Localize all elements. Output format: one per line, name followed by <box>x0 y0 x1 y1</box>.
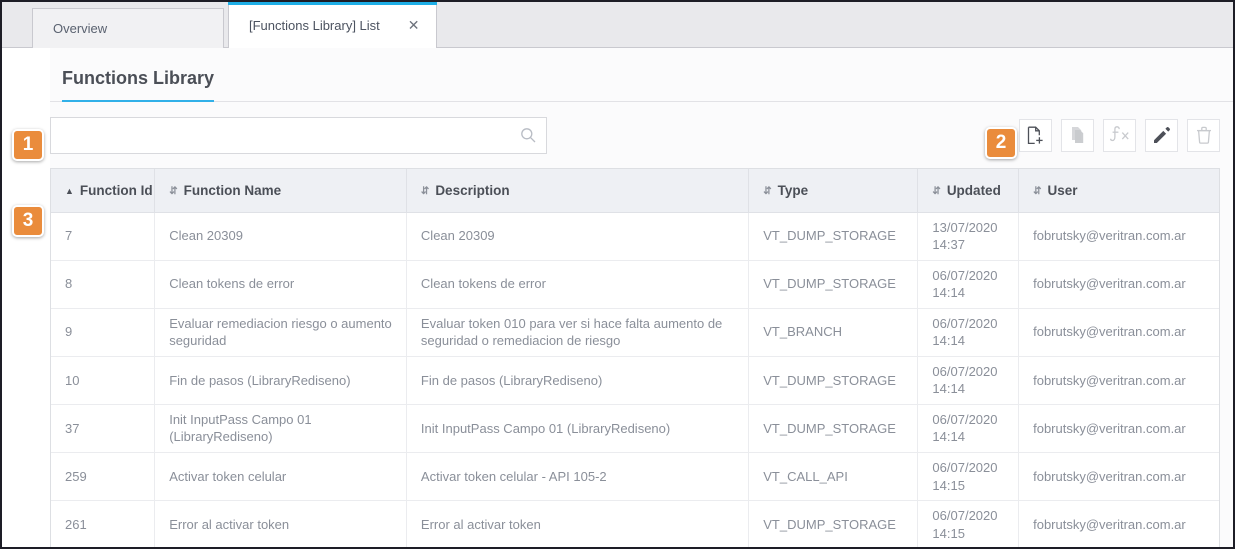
tab-overview[interactable]: Overview <box>32 8 224 48</box>
column-header-description[interactable]: ⇵ Description <box>406 169 750 213</box>
table-row[interactable]: 261 Error al activar token Error al activa… <box>51 500 1219 547</box>
sort-none-icon: ⇵ <box>932 185 941 197</box>
sort-none-icon: ⇵ <box>420 185 430 197</box>
tab-bar: Overview [Functions Library] List ✕ <box>2 2 1233 48</box>
table-row[interactable]: 8 Clean tokens de error Clean tokens de er… <box>51 260 1219 309</box>
cell-function_id: 37 <box>51 404 156 453</box>
column-header-function-id[interactable]: ▲ Function Id <box>51 169 156 213</box>
cell-type: VT_DUMP_STORAGE <box>748 260 919 309</box>
column-header-function-name-label: Function Name <box>183 182 282 198</box>
cell-description: Fin de pasos (LibraryRediseno) <box>406 356 750 405</box>
table-row[interactable]: 10 Fin de pasos (LibraryRediseno) Fin de p… <box>51 356 1219 405</box>
duplicate-button[interactable] <box>1061 118 1094 152</box>
annotation-gutter <box>2 48 50 547</box>
cell-function_name: Clean 20309 <box>154 212 407 261</box>
cell-type: VT_DUMP_STORAGE <box>748 404 919 453</box>
cell-description: Clean tokens de error <box>406 260 750 309</box>
cell-type: VT_DUMP_STORAGE <box>748 212 919 261</box>
edit-button[interactable] <box>1145 118 1178 152</box>
page-header: Functions Library <box>50 48 1233 102</box>
cell-user: fobrutsky@veritran.com.ar <box>1018 212 1219 261</box>
cell-updated: 06/07/2020 14:15 <box>917 452 1020 502</box>
sort-none-icon: ⇵ <box>763 185 772 197</box>
cell-function_name: Fin de pasos (LibraryRediseno) <box>154 356 407 405</box>
application-window: Overview [Functions Library] List ✕ Func… <box>0 0 1235 549</box>
cell-user: fobrutsky@veritran.com.ar <box>1018 404 1219 453</box>
page-content: Functions Library ▲ Function Id ⇵ Functi… <box>50 48 1233 547</box>
column-header-description-label: Description <box>435 182 510 198</box>
search-input[interactable] <box>61 127 512 143</box>
column-header-type[interactable]: ⇵ Type <box>748 169 919 213</box>
cell-function_name: Error al activar token <box>154 500 407 547</box>
page-body: Functions Library ▲ Function Id ⇵ Functi… <box>2 48 1233 547</box>
function-editor-button[interactable] <box>1103 118 1136 152</box>
sort-none-icon: ⇵ <box>1033 185 1042 197</box>
tab-strip: Overview [Functions Library] List ✕ <box>32 2 1233 48</box>
column-header-type-label: Type <box>777 182 809 198</box>
column-header-function-name[interactable]: ⇵ Function Name <box>154 169 407 213</box>
cell-type: VT_DUMP_STORAGE <box>748 500 919 547</box>
table-header-row: ▲ Function Id ⇵ Function Name ⇵ Description… <box>51 169 1219 213</box>
cell-user: fobrutsky@veritran.com.ar <box>1033 516 1186 532</box>
delete-button[interactable] <box>1187 118 1220 152</box>
cell-function_name: Evaluar remediacion riesgo o aumento seg… <box>154 308 407 357</box>
cell-function_name: Activar token celular <box>154 452 407 502</box>
column-header-function-id-label: Function Id <box>79 182 153 198</box>
cell-description: Init InputPass Campo 01 (LibraryRediseno… <box>406 404 750 453</box>
cell-description: Error al activar token <box>406 500 750 547</box>
new-function-button[interactable] <box>1019 118 1052 152</box>
page-title: Functions Library <box>62 68 215 102</box>
table-body: 7 Clean 20309 Clean 20309 VT_DUMP_STORAGE 13… <box>51 212 1219 547</box>
table-row[interactable]: 37 Init InputPass Campo 01 (LibraryRedise… <box>51 404 1219 453</box>
column-header-updated[interactable]: ⇵ Updated <box>917 169 1020 213</box>
cell-updated: 06/07/2020 14:14 <box>917 308 1020 357</box>
cell-type: VT_DUMP_STORAGE <box>748 356 919 405</box>
tab-functions-library-list-label: [Functions Library] List <box>249 17 380 33</box>
cell-updated: 06/07/2020 14:14 <box>917 404 1020 453</box>
cell-function_name: Clean tokens de error <box>154 260 407 309</box>
cell-updated: 06/07/2020 14:14 <box>917 356 1020 405</box>
column-header-updated-label: Updated <box>946 182 1001 198</box>
cell-type: VT_CALL_API <box>748 452 919 502</box>
cell-user: fobrutsky@veritran.com.ar <box>1018 452 1219 502</box>
cell-updated: 06/07/2020 14:14 <box>917 260 1020 309</box>
cell-function_id: 9 <box>51 308 156 357</box>
tab-functions-library-list[interactable]: [Functions Library] List ✕ <box>228 2 437 48</box>
cell-description: Evaluar token 010 para ver si hace falta… <box>406 308 750 357</box>
functions-table: ▲ Function Id ⇵ Function Name ⇵ Description… <box>51 169 1219 547</box>
cell-function_id: 259 <box>51 452 156 502</box>
table-header: ▲ Function Id ⇵ Function Name ⇵ Description… <box>51 169 1219 213</box>
cell-description: Activar token celular - API 105-2 <box>406 452 750 502</box>
cell-user: fobrutsky@veritran.com.ar <box>1018 308 1219 357</box>
cell-function_name: Init InputPass Campo 01 (LibraryRediseno… <box>154 404 407 453</box>
column-header-user[interactable]: ⇵ User <box>1018 169 1219 213</box>
cell-user: fobrutsky@veritran.com.ar <box>1018 260 1219 309</box>
cell-function_id: 7 <box>51 212 156 261</box>
sort-ascending-icon: ▲ <box>65 185 74 196</box>
toolbar-buttons <box>1019 118 1220 152</box>
cell-function_id: 8 <box>51 260 156 309</box>
search-icon[interactable] <box>520 127 536 143</box>
sort-none-icon: ⇵ <box>169 185 178 197</box>
tab-overview-label: Overview <box>53 21 108 36</box>
results-table: ▲ Function Id ⇵ Function Name ⇵ Description… <box>50 168 1220 547</box>
table-row[interactable]: 259 Activar token celular Activar token ce… <box>51 452 1219 502</box>
annotation-badge-3: 3 <box>12 205 44 237</box>
toolbar <box>50 102 1233 168</box>
column-header-user-label: User <box>1047 182 1078 198</box>
cell-function_id: 10 <box>51 356 156 405</box>
cell-updated: 13/07/2020 14:37 <box>917 212 1020 261</box>
annotation-badge-2: 2 <box>985 127 1017 159</box>
table-row[interactable]: 7 Clean 20309 Clean 20309 VT_DUMP_STORAGE 13… <box>51 212 1219 261</box>
cell-description: Clean 20309 <box>406 212 750 261</box>
table-row[interactable]: 9 Evaluar remediacion riesgo o aumento se… <box>51 308 1219 357</box>
cell-updated: 06/07/2020 14:15 <box>917 500 1020 547</box>
cell-type: VT_BRANCH <box>748 308 919 357</box>
cell-function_id: 261 <box>51 500 156 547</box>
annotation-badge-1: 1 <box>12 129 44 161</box>
close-icon[interactable]: ✕ <box>380 18 420 32</box>
search-box[interactable] <box>50 116 547 154</box>
cell-user: fobrutsky@veritran.com.ar <box>1018 356 1219 405</box>
